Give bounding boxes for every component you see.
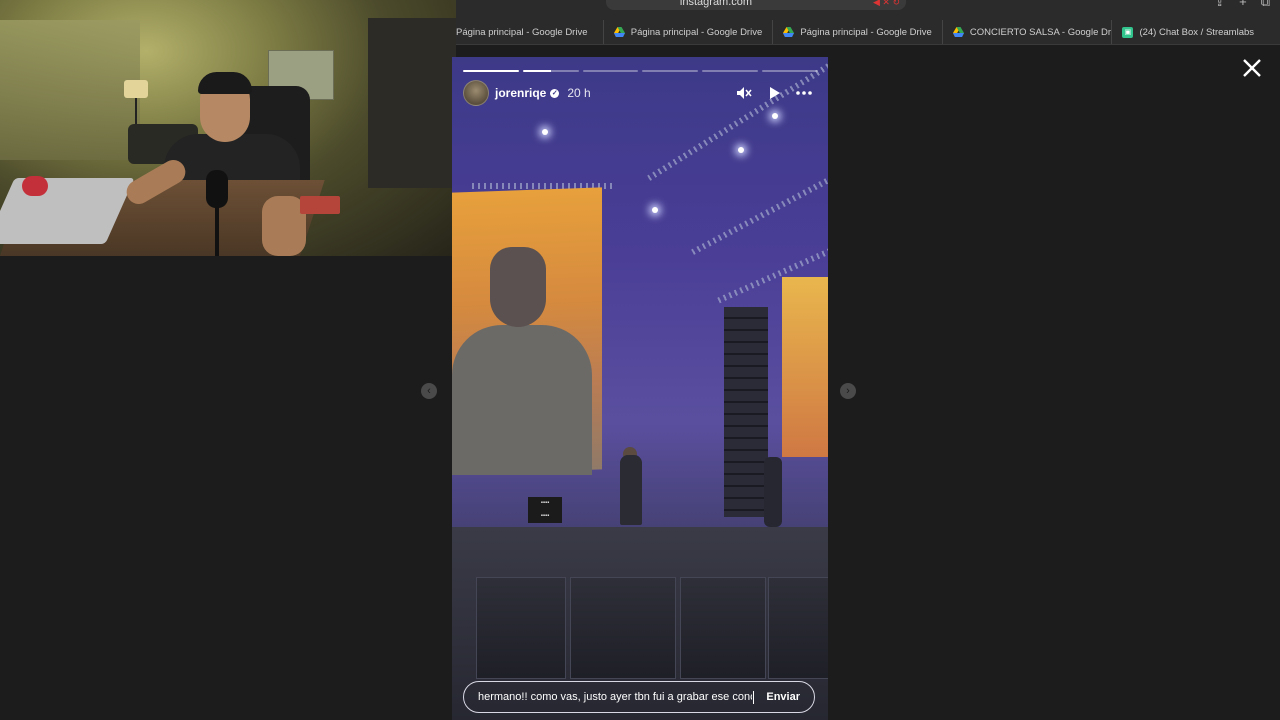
tab-label: Página principal - Google Drive <box>630 26 763 38</box>
webcam-shelf-light <box>300 196 340 214</box>
tab-label: CONCIERTO SALSA - Google Dri... <box>969 26 1113 38</box>
previous-story-button[interactable]: ‹ <box>421 383 437 399</box>
story-reply-box: hermano!! como vas, justo ayer tbn fui a… <box>463 681 815 713</box>
send-button[interactable]: Enviar <box>766 691 800 703</box>
stage-light <box>542 129 548 135</box>
progress-segment <box>702 70 759 72</box>
stage-sign: ▪▪▪▪ ▪▪▪▪ <box>528 497 562 523</box>
singer <box>620 455 642 525</box>
browser-toolbar-icons: ⇪ + ⧉ <box>1214 0 1270 10</box>
google-drive-icon <box>952 27 964 37</box>
progress-segment-current <box>522 70 579 72</box>
screen-performer-head <box>490 247 546 327</box>
muted-speaker-icon <box>737 87 752 99</box>
stage-truss <box>647 59 828 181</box>
band-member <box>764 457 782 527</box>
stage-speaker <box>476 577 566 679</box>
reply-input[interactable]: hermano!! como vas, justo ayer tbn fui a… <box>478 691 752 703</box>
tab-concierto-salsa[interactable]: CONCIERTO SALSA - Google Dri... <box>943 20 1113 44</box>
mute-button[interactable] <box>736 85 752 101</box>
tab-label: (24) Chat Box / Streamlabs <box>1139 26 1255 38</box>
story-header: jorenriqe ✓ 20 h <box>463 80 818 106</box>
browser-chrome: instagram.com ◀ ✕ ↻ ⇪ + ⧉ Página princip… <box>456 0 1280 45</box>
play-icon <box>770 87 780 99</box>
stage-speaker <box>570 577 676 679</box>
stage-light <box>652 207 658 213</box>
stage-light <box>772 113 778 119</box>
next-story-button[interactable]: › <box>840 383 856 399</box>
streamlabs-icon: ▣ <box>1122 26 1134 38</box>
webcam-feed <box>0 0 456 256</box>
chevron-right-icon: › <box>846 385 850 397</box>
webcam-microphone <box>206 170 228 208</box>
progress-segment <box>642 70 699 72</box>
tab-drive-3[interactable]: Página principal - Google Drive <box>773 20 943 44</box>
stage-speaker <box>768 577 828 679</box>
google-drive-icon <box>783 27 795 37</box>
new-tab-icon[interactable]: + <box>1239 0 1247 10</box>
stage-side-screen <box>782 277 828 457</box>
stage-truss <box>691 165 828 255</box>
address-bar-url: instagram.com <box>679 0 753 8</box>
close-story-button[interactable] <box>1240 56 1264 80</box>
story-progress <box>463 70 818 72</box>
tab-drive-1[interactable]: Página principal - Google Drive <box>456 20 604 44</box>
verified-badge-icon: ✓ <box>550 88 560 98</box>
close-icon <box>1243 59 1261 77</box>
tab-overview-icon[interactable]: ⧉ <box>1261 0 1270 10</box>
share-icon[interactable]: ⇪ <box>1214 0 1225 10</box>
tab-drive-2[interactable]: Página principal - Google Drive <box>604 20 774 44</box>
story-timestamp: 20 h <box>567 86 591 100</box>
tab-bar: Página principal - Google Drive Página p… <box>456 20 1280 44</box>
more-options-icon <box>796 91 812 95</box>
progress-segment <box>463 70 519 72</box>
progress-segment <box>582 70 639 72</box>
stage-speaker <box>680 577 766 679</box>
webcam-mouse <box>22 176 48 196</box>
text-caret <box>753 690 755 704</box>
story-username[interactable]: jorenriqe <box>495 86 546 100</box>
tab-audio-icon[interactable]: ◀ ✕ ↻ <box>873 0 900 10</box>
more-options-button[interactable] <box>796 85 812 101</box>
webcam-streamer-cap <box>198 72 252 94</box>
story-controls <box>736 85 812 101</box>
story-viewer[interactable]: ▪▪▪▪ ▪▪▪▪ jorenriqe ✓ 20 h hermano!! com… <box>452 57 828 720</box>
address-bar[interactable]: instagram.com ◀ ✕ ↻ <box>606 0 906 10</box>
tab-streamlabs-chat[interactable]: ▣ (24) Chat Box / Streamlabs <box>1112 20 1280 44</box>
chevron-left-icon: ‹ <box>427 385 431 397</box>
tab-label: Página principal - Google Drive <box>800 26 932 38</box>
line-array-speaker <box>724 307 768 517</box>
webcam-window <box>0 20 140 160</box>
webcam-doorway <box>368 18 456 188</box>
webcam-lamp <box>124 80 148 98</box>
google-drive-icon <box>613 27 625 37</box>
screen-performer-body <box>452 325 592 475</box>
progress-segment <box>762 70 818 72</box>
stage-light <box>738 147 744 153</box>
avatar[interactable] <box>463 80 489 106</box>
tab-label: Página principal - Google Drive <box>456 26 588 38</box>
play-button[interactable] <box>766 85 782 101</box>
webcam-mic-arm <box>215 206 219 256</box>
